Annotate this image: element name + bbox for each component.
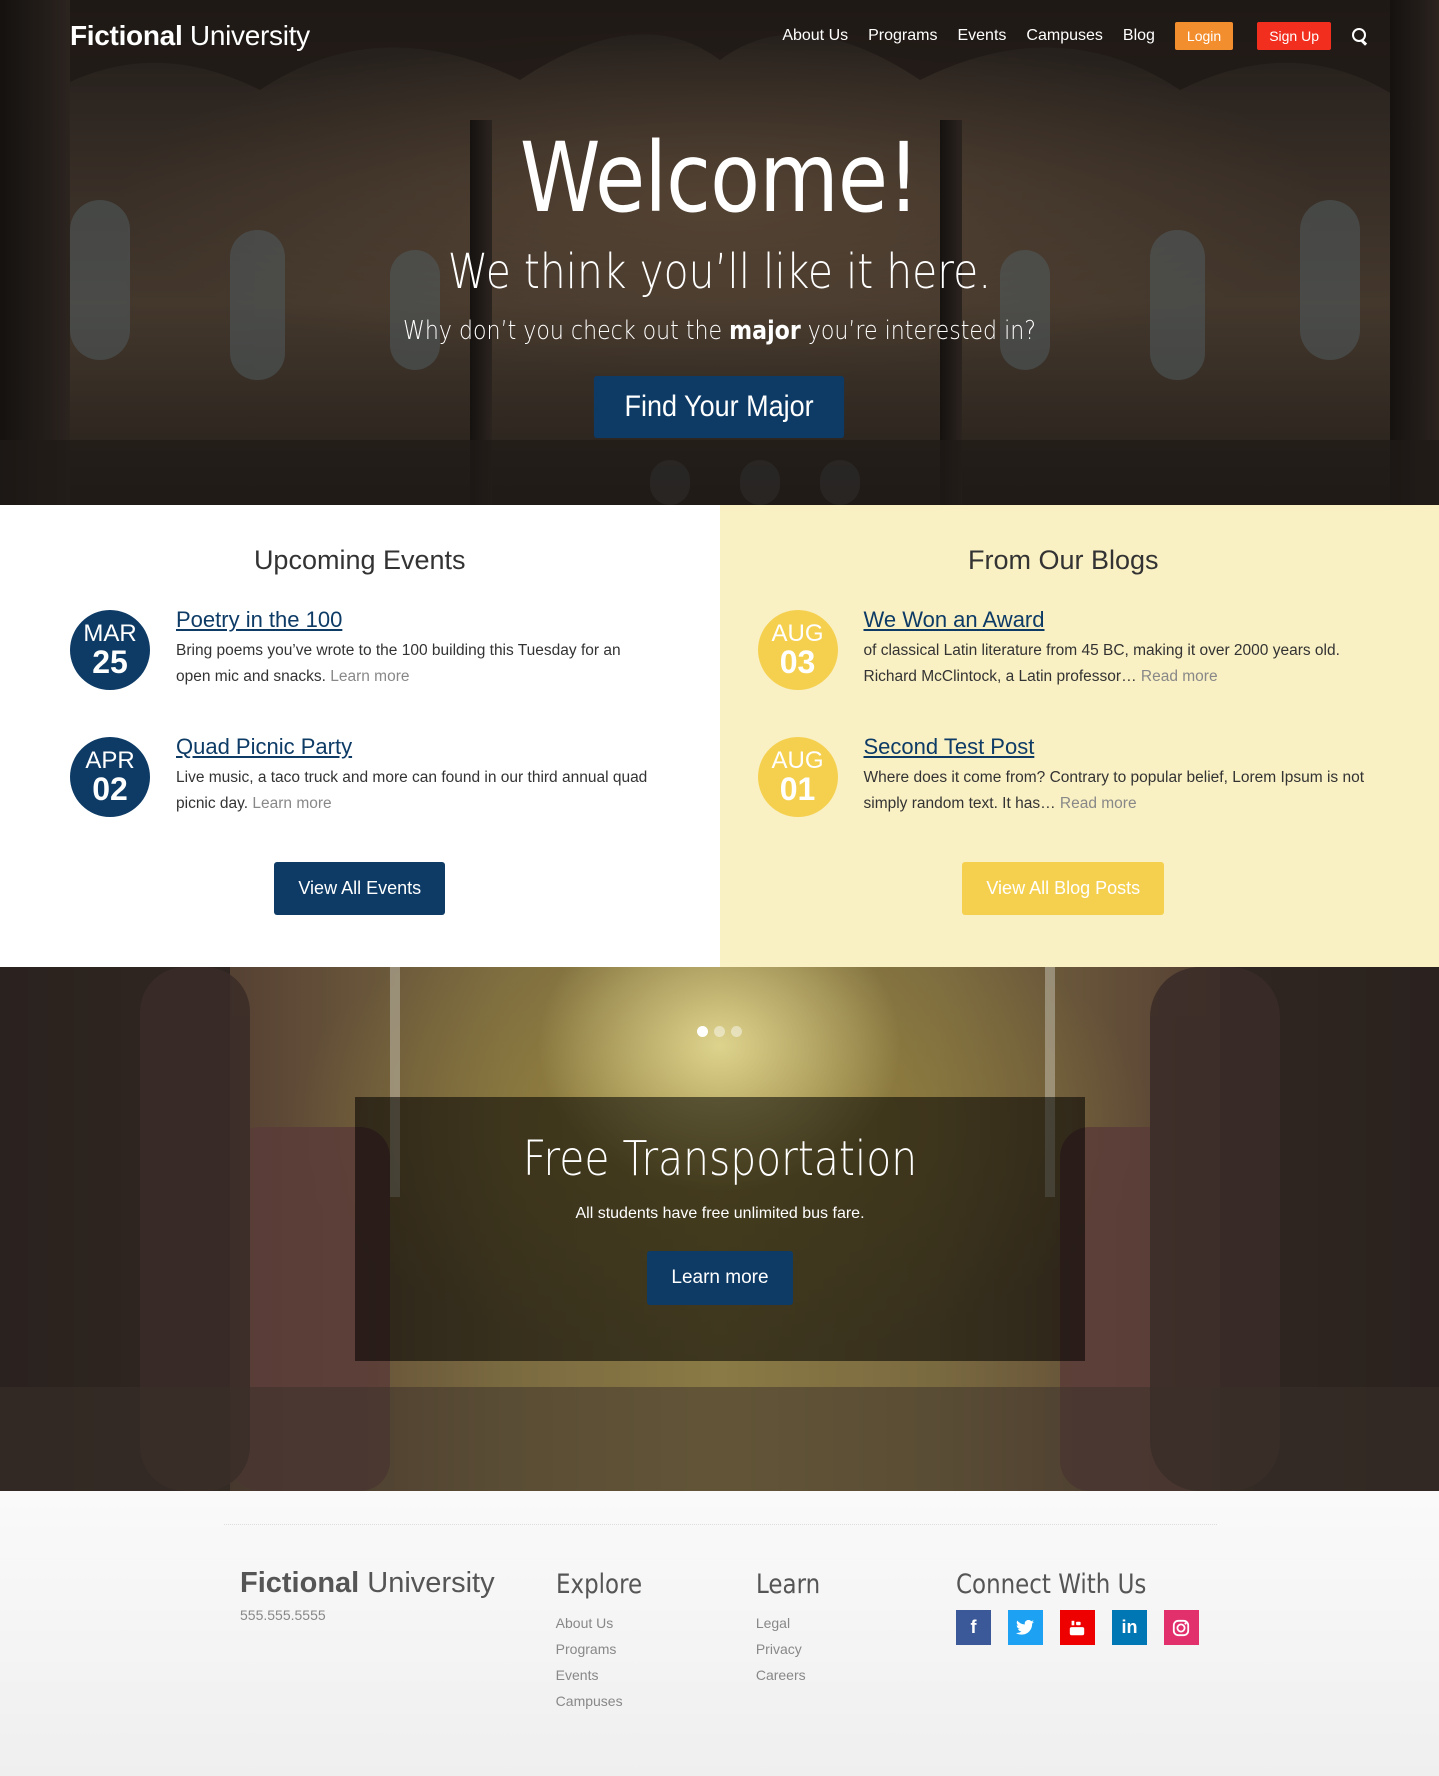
event-description: Live music, a taco truck and more can fo… — [176, 765, 650, 817]
footer-connect: Connect With Us f in — [955, 1569, 1199, 1714]
slide-caption: Free Transportation All students have fr… — [355, 1097, 1085, 1361]
signup-button[interactable]: Sign Up — [1257, 22, 1331, 50]
footer-link-events[interactable]: Events — [556, 1662, 756, 1688]
events-heading: Upcoming Events — [253, 545, 466, 575]
event-date-badge[interactable]: MAR 25 — [70, 610, 150, 690]
footer-connect-heading: Connect With Us — [955, 1569, 1147, 1600]
twitter-icon[interactable] — [1007, 1610, 1043, 1645]
hero-slider: Free Transportation All students have fr… — [0, 967, 1439, 1491]
blog-title-link[interactable]: Second Test Post — [864, 734, 1370, 759]
blog-title-link[interactable]: We Won an Award — [864, 607, 1370, 632]
blog-date-badge[interactable]: AUG 03 — [757, 610, 838, 690]
main-nav: About Us Programs Events Campuses Blog L… — [762, 22, 1369, 50]
blog-read-more-link[interactable]: Read more — [1141, 668, 1218, 685]
youtube-icon[interactable] — [1059, 1610, 1095, 1645]
footer-link-campuses[interactable]: Campuses — [556, 1688, 756, 1714]
hero-content: Welcome! We think you’ll like it here. W… — [0, 130, 1439, 438]
slide-learn-more-button[interactable]: Learn more — [647, 1251, 793, 1305]
nav-events[interactable]: Events — [957, 27, 1006, 45]
footer-learn: Learn Legal Privacy Careers — [756, 1569, 956, 1714]
footer-phone[interactable]: 555.555.5555 — [240, 1607, 556, 1623]
event-learn-more-link[interactable]: Learn more — [330, 668, 409, 685]
nav-programs[interactable]: Programs — [868, 27, 937, 45]
footer-link-about-us[interactable]: About Us — [556, 1610, 756, 1636]
event-desc-text: Live music, a taco truck and more can fo… — [176, 769, 648, 813]
blog-excerpt: Where does it come from? Contrary to pop… — [864, 765, 1370, 817]
footer-logo-bold: Fictional — [240, 1567, 360, 1599]
slider-dot-1[interactable] — [697, 1026, 708, 1037]
blog-month: AUG — [771, 747, 824, 774]
hero-section: Fictional University About Us Programs E… — [0, 0, 1439, 505]
event-day: 02 — [92, 771, 128, 807]
from-our-blogs: From Our Blogs AUG 03 We Won an Award of… — [719, 505, 1439, 967]
event-description: Bring poems you’ve wrote to the 100 buil… — [176, 638, 650, 690]
blog-date-badge[interactable]: AUG 01 — [757, 737, 838, 817]
hero-tagline: Why don’t you check out the major you’re… — [108, 318, 1331, 344]
nav-about-us[interactable]: About Us — [782, 27, 848, 45]
slider-dots — [0, 1026, 1439, 1037]
footer-link-privacy[interactable]: Privacy — [756, 1636, 956, 1662]
event-date-badge[interactable]: APR 02 — [70, 737, 150, 817]
blog-month: AUG — [771, 620, 824, 647]
blogs-heading: From Our Blogs — [967, 545, 1159, 575]
tagline-pre: Why don’t you check out the — [403, 316, 723, 346]
tagline-bold: major — [729, 316, 801, 346]
blog-item: AUG 01 Second Test Post Where does it co… — [757, 734, 1370, 819]
blog-excerpt: of classical Latin literature from 45 BC… — [864, 638, 1370, 690]
view-all-blog-posts-button[interactable]: View All Blog Posts — [962, 862, 1165, 915]
event-month: MAR — [83, 620, 137, 647]
blog-item: AUG 03 We Won an Award of classical Lati… — [757, 607, 1370, 692]
hero-subtitle: We think you’ll like it here. — [447, 244, 992, 300]
events-blogs-section: Upcoming Events MAR 25 Poetry in the 100… — [0, 505, 1439, 967]
slider-dot-2[interactable] — [714, 1026, 725, 1037]
footer-brand: Fictional University 555.555.5555 — [240, 1569, 556, 1714]
logo-bold-text: Fictional — [70, 20, 183, 51]
blog-day: 03 — [779, 644, 816, 680]
find-your-major-button[interactable]: Find Your Major — [594, 376, 845, 438]
footer-link-careers[interactable]: Careers — [756, 1662, 956, 1688]
nav-campuses[interactable]: Campuses — [1026, 27, 1102, 45]
search-icon[interactable] — [1351, 27, 1369, 45]
event-month: APR — [85, 747, 135, 774]
upcoming-events: Upcoming Events MAR 25 Poetry in the 100… — [0, 505, 720, 967]
slider-dot-3[interactable] — [731, 1026, 742, 1037]
slide-text: All students have free unlimited bus far… — [575, 1205, 865, 1222]
nav-blog[interactable]: Blog — [1123, 27, 1155, 45]
event-day: 25 — [92, 644, 128, 680]
logo-light-text: University — [189, 20, 310, 51]
event-title-link[interactable]: Quad Picnic Party — [176, 734, 650, 759]
blog-day: 01 — [779, 771, 816, 807]
site-header: Fictional University About Us Programs E… — [0, 0, 1439, 72]
instagram-icon[interactable] — [1163, 1610, 1199, 1645]
event-item: MAR 25 Poetry in the 100 Bring poems you… — [70, 607, 650, 692]
facebook-icon[interactable]: f — [955, 1610, 991, 1645]
blog-excerpt-text: of classical Latin literature from 45 BC… — [863, 642, 1340, 686]
linkedin-icon[interactable]: in — [1111, 1610, 1147, 1645]
site-logo[interactable]: Fictional University — [70, 20, 310, 52]
event-title-link[interactable]: Poetry in the 100 — [176, 607, 650, 632]
social-links: f in — [955, 1610, 1199, 1645]
footer-divider — [224, 1524, 1217, 1525]
view-all-events-button[interactable]: View All Events — [274, 862, 446, 915]
footer-explore-heading: Explore — [555, 1569, 642, 1600]
footer-link-legal[interactable]: Legal — [756, 1610, 956, 1636]
tagline-post: you’re interested in? — [807, 316, 1036, 346]
footer-link-programs[interactable]: Programs — [556, 1636, 756, 1662]
footer-logo-light: University — [367, 1567, 495, 1599]
blog-read-more-link[interactable]: Read more — [1060, 795, 1137, 812]
hero-title: Welcome! — [519, 122, 920, 234]
login-button[interactable]: Login — [1174, 22, 1234, 50]
site-footer: Fictional University 555.555.5555 Explor… — [0, 1491, 1439, 1776]
event-learn-more-link[interactable]: Learn more — [252, 795, 331, 812]
footer-logo[interactable]: Fictional University — [240, 1569, 556, 1598]
event-item: APR 02 Quad Picnic Party Live music, a t… — [70, 734, 650, 819]
footer-explore: Explore About Us Programs Events Campuse… — [556, 1569, 756, 1714]
footer-learn-heading: Learn — [755, 1569, 820, 1600]
slide-title: Free Transportation — [522, 1131, 918, 1187]
